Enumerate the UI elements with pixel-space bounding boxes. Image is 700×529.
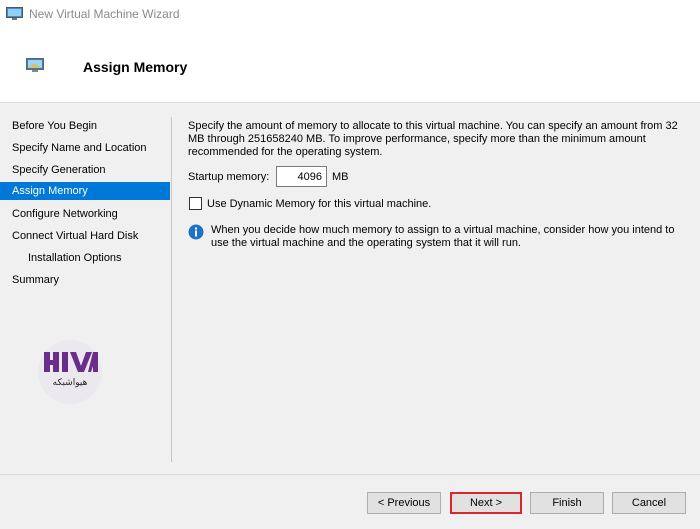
nav-item-connect-virtual-hard-disk[interactable]: Connect Virtual Hard Disk — [0, 227, 170, 245]
nav-item-configure-networking[interactable]: Configure Networking — [0, 205, 170, 223]
memory-info-text: When you decide how much memory to assig… — [211, 224, 675, 249]
nav-item-summary[interactable]: Summary — [0, 271, 170, 289]
wizard-header: Assign Memory — [0, 30, 700, 103]
title-bar: New Virtual Machine Wizard — [0, 0, 700, 30]
previous-button[interactable]: < Previous — [367, 492, 441, 514]
footer-divider — [0, 474, 700, 475]
nav-item-assign-memory[interactable]: Assign Memory — [0, 182, 170, 200]
watermark-logo: هیواشبکه — [38, 340, 102, 404]
page-title: Assign Memory — [83, 59, 188, 75]
startup-memory-unit: MB — [332, 171, 349, 183]
next-button[interactable]: Next > — [450, 492, 522, 514]
nav-divider — [171, 117, 172, 462]
wizard-steps-nav: Before You Begin Specify Name and Locati… — [0, 103, 172, 463]
startup-memory-label: Startup memory: — [188, 171, 270, 183]
svg-text:هیواشبکه: هیواشبکه — [53, 378, 88, 388]
dynamic-memory-checkbox[interactable] — [189, 197, 202, 210]
monitor-icon — [26, 58, 44, 77]
nav-item-installation-options[interactable]: Installation Options — [0, 249, 170, 267]
memory-description: Specify the amount of memory to allocate… — [188, 120, 678, 158]
nav-item-specify-generation[interactable]: Specify Generation — [0, 161, 170, 179]
dynamic-memory-label[interactable]: Use Dynamic Memory for this virtual mach… — [207, 198, 431, 210]
nav-item-specify-name-location[interactable]: Specify Name and Location — [0, 139, 170, 157]
cancel-button[interactable]: Cancel — [612, 492, 686, 514]
info-icon — [188, 224, 204, 243]
startup-memory-input[interactable] — [276, 166, 327, 187]
vm-wizard-icon — [6, 7, 23, 24]
finish-button[interactable]: Finish — [530, 492, 604, 514]
window-title: New Virtual Machine Wizard — [29, 7, 180, 21]
nav-item-before-you-begin[interactable]: Before You Begin — [0, 117, 170, 135]
